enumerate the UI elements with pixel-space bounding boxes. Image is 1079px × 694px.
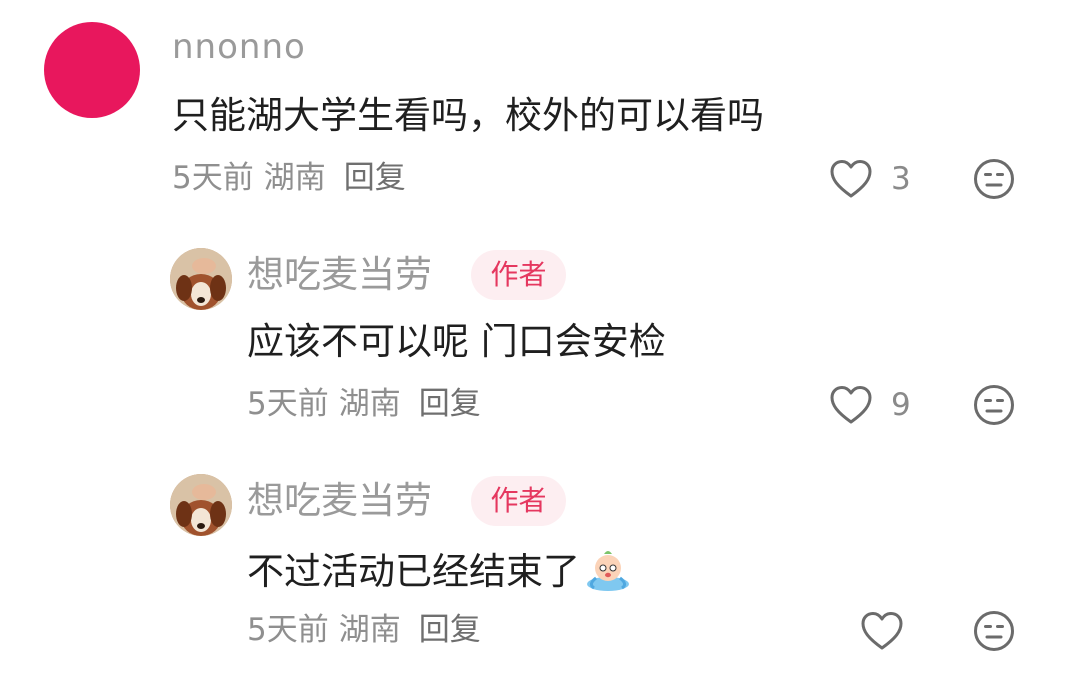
comment-text: 不过活动已经结束了 xyxy=(247,548,632,601)
reply-item: 想吃麦当劳 作者 不过活动已经结束了 5天前 湖南 回复 xyxy=(0,0,1079,694)
author-badge: 作者 xyxy=(471,476,566,526)
avatar[interactable] xyxy=(170,474,232,536)
comment-location: 湖南 xyxy=(338,612,401,648)
neutral-face-icon[interactable] xyxy=(973,610,1015,652)
comment-time: 5天前 xyxy=(247,612,329,648)
comment-username[interactable]: 想吃麦当劳 xyxy=(247,482,432,519)
comment-text-body: 不过活动已经结束了 xyxy=(247,550,580,593)
like-button[interactable] xyxy=(860,609,904,653)
heart-outline-icon[interactable] xyxy=(860,611,904,651)
crying-emoji-icon xyxy=(584,548,632,601)
reply-button[interactable]: 回复 xyxy=(419,615,481,646)
comment-meta: 5天前 湖南 回复 xyxy=(247,615,481,646)
